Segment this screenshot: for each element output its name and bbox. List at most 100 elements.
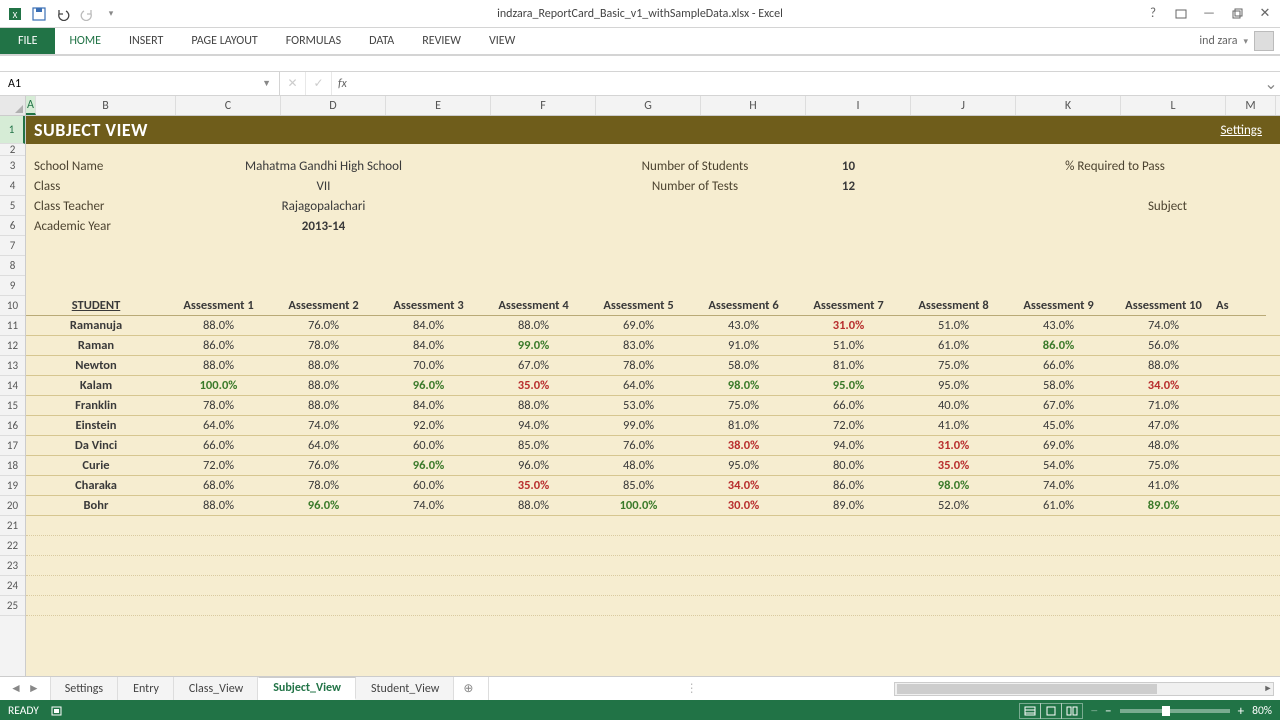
score-cell: 96.0% [376,456,481,475]
row-header[interactable]: 16 [0,416,25,436]
row-header[interactable]: 15 [0,396,25,416]
row-header[interactable]: 10 [0,296,25,316]
tab-formulas[interactable]: FORMULAS [272,28,355,54]
zoom-slider[interactable] [1120,709,1230,713]
row-header[interactable]: 18 [0,456,25,476]
table-row: Newton88.0%88.0%70.0%67.0%78.0%58.0%81.0… [26,356,1280,376]
name-box-dropdown-icon[interactable]: ▼ [262,78,271,89]
maximize-icon[interactable] [1224,3,1250,25]
col-header-i[interactable]: I [806,96,911,115]
tab-view[interactable]: VIEW [475,28,529,54]
row-header[interactable]: 23 [0,556,25,576]
add-sheet-icon[interactable]: ⊕ [454,681,482,696]
row-header[interactable]: 8 [0,256,25,276]
ribbon-display-icon[interactable] [1168,3,1194,25]
qat-customize-icon[interactable]: ▾ [100,3,122,25]
select-all-corner[interactable] [0,96,26,115]
col-header-d[interactable]: D [281,96,386,115]
view-normal-icon[interactable] [1019,703,1041,719]
col-header-g[interactable]: G [596,96,701,115]
enter-formula-icon[interactable]: ✓ [306,72,332,95]
score-cell: 67.0% [481,356,586,375]
row-header[interactable]: 14 [0,376,25,396]
sheet-tab-settings[interactable]: Settings [50,677,118,700]
row-header[interactable]: 2 [0,144,25,156]
name-box[interactable]: A1 ▼ [0,72,280,95]
score-cell: 88.0% [166,496,271,515]
col-header-e[interactable]: E [386,96,491,115]
sheet-tab-entry[interactable]: Entry [118,677,174,700]
formula-input[interactable] [353,72,1262,95]
col-header-b[interactable]: B [36,96,176,115]
row-header[interactable]: 7 [0,236,25,256]
col-header-l[interactable]: L [1121,96,1226,115]
expand-formula-bar-icon[interactable]: ⌄ [1262,74,1280,94]
score-cell: 31.0% [901,436,1006,455]
sheet-nav-next-icon[interactable]: ► [28,681,40,696]
macro-record-icon[interactable] [51,705,65,717]
row-header[interactable]: 13 [0,356,25,376]
col-header-m[interactable]: M [1226,96,1276,115]
fx-label[interactable]: fx [332,77,353,91]
cells-area[interactable]: SUBJECT VIEW Settings School Name Mahatm… [26,116,1280,676]
row-header[interactable]: 4 [0,176,25,196]
tab-home[interactable]: HOME [55,28,115,54]
row-header[interactable]: 11 [0,316,25,336]
help-icon[interactable]: ? [1140,3,1166,25]
row-header[interactable]: 20 [0,496,25,516]
minimize-icon[interactable]: — [1196,3,1222,25]
tab-file[interactable]: FILE [0,28,55,54]
excel-icon[interactable]: X [4,3,26,25]
settings-link[interactable]: Settings [1220,123,1262,138]
col-header-k[interactable]: K [1016,96,1121,115]
zoom-thumb[interactable] [1162,706,1170,716]
row-header[interactable]: 22 [0,536,25,556]
row-header[interactable]: 3 [0,156,25,176]
sheet-nav-prev-icon[interactable]: ◄ [10,681,22,696]
cancel-formula-icon[interactable]: ✕ [280,72,306,95]
row-header[interactable]: 25 [0,596,25,616]
score-cell: 83.0% [586,336,691,355]
col-header-a[interactable]: A [26,96,36,115]
row-header[interactable]: 5 [0,196,25,216]
ribbon-collapsed-area [0,56,1280,72]
tab-data[interactable]: DATA [355,28,408,54]
score-cell: 38.0% [691,436,796,455]
score-cell: 56.0% [1111,336,1216,355]
grid[interactable]: 1 2 3 4 5 6 7 8 9 10 11 12 13 14 15 16 1… [0,116,1280,676]
row-header[interactable]: 17 [0,436,25,456]
view-page-break-icon[interactable] [1061,703,1083,719]
col-header-j[interactable]: J [911,96,1016,115]
view-page-layout-icon[interactable] [1040,703,1062,719]
student-name: Franklin [26,396,166,415]
h-scroll-thumb[interactable] [897,684,1157,694]
tab-page-layout[interactable]: PAGE LAYOUT [177,28,271,54]
save-icon[interactable] [28,3,50,25]
row-header[interactable]: 21 [0,516,25,536]
row-header[interactable]: 19 [0,476,25,496]
col-header-h[interactable]: H [701,96,806,115]
account-name[interactable]: ind zara [1199,34,1237,48]
zoom-in-icon[interactable]: + [1238,704,1244,719]
sheet-tab-subject_view[interactable]: Subject_View [258,677,356,700]
row-header[interactable]: 6 [0,216,25,236]
zoom-level[interactable]: 80% [1252,704,1272,718]
row-header-1[interactable]: 1 [0,116,25,144]
col-header-c[interactable]: C [176,96,281,115]
sheet-tab-student_view[interactable]: Student_View [356,677,454,700]
h-scrollbar[interactable]: ◄ ► [894,682,1274,696]
redo-icon[interactable] [76,3,98,25]
tab-review[interactable]: REVIEW [408,28,475,54]
tab-insert[interactable]: INSERT [115,28,177,54]
sheet-tab-class_view[interactable]: Class_View [174,677,258,700]
row-header[interactable]: 9 [0,276,25,296]
avatar[interactable] [1254,31,1274,51]
row-header[interactable]: 12 [0,336,25,356]
undo-icon[interactable] [52,3,74,25]
scroll-right-icon[interactable]: ► [1261,683,1275,695]
header-a7: Assessment 7 [796,296,901,316]
close-icon[interactable]: ✕ [1252,3,1278,25]
col-header-f[interactable]: F [491,96,596,115]
zoom-out-icon[interactable]: − [1105,704,1111,719]
row-header[interactable]: 24 [0,576,25,596]
